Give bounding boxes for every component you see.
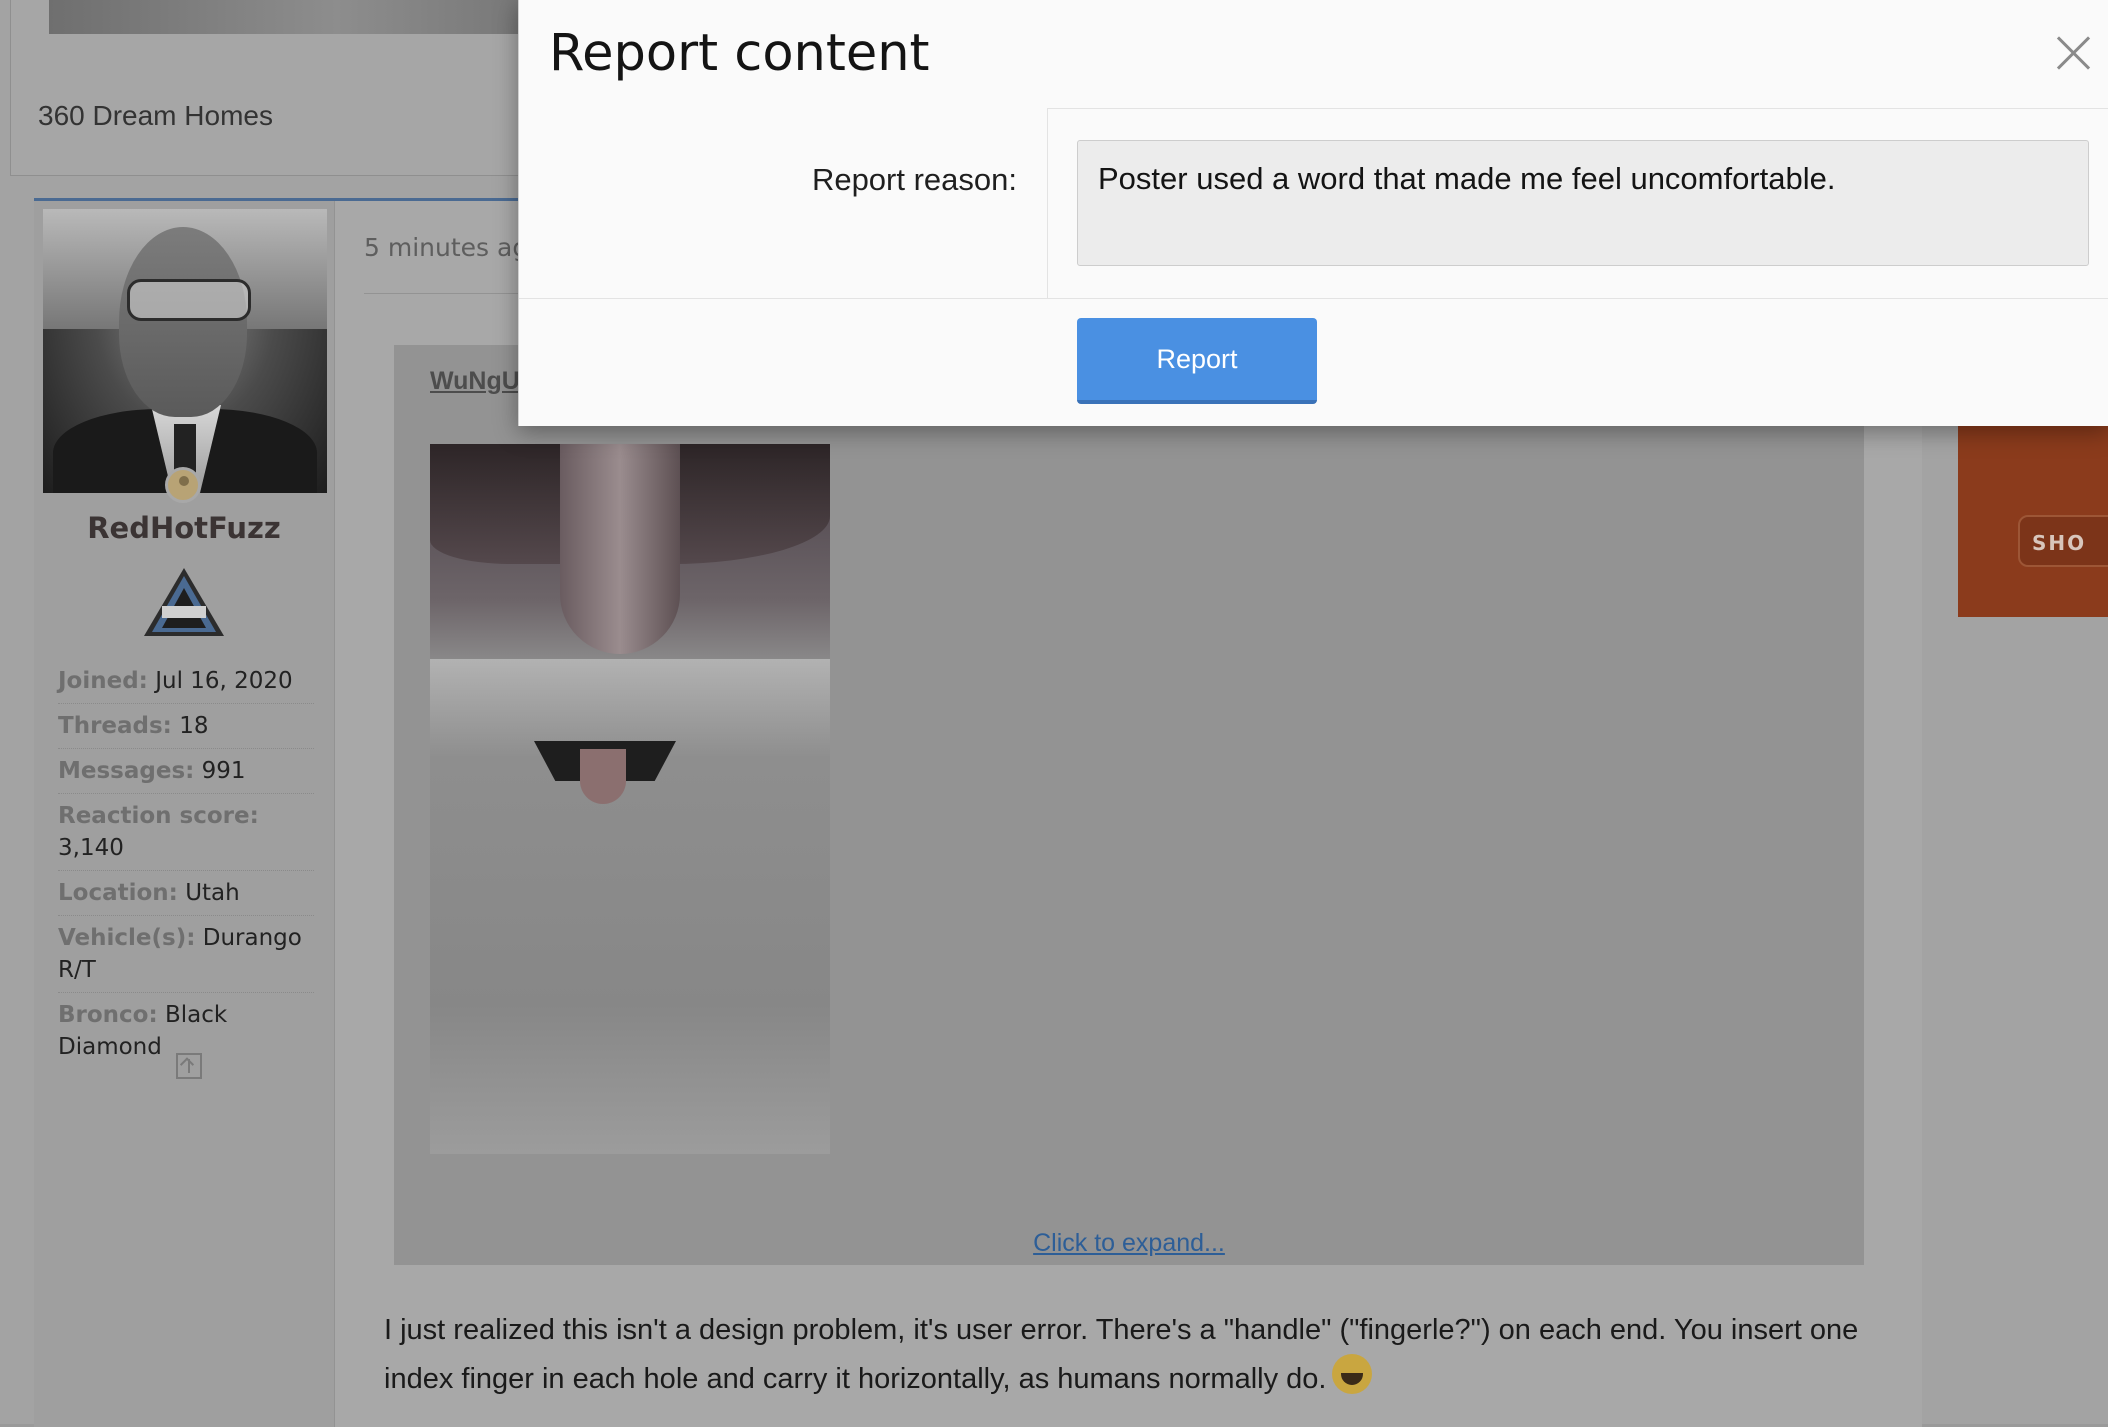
share-icon[interactable] [176,1053,202,1079]
quote-block: WuNgU Click to expand... [394,345,1864,1265]
ad-banner[interactable]: SHO [1958,425,2108,617]
avatar[interactable] [43,209,327,493]
header-image [49,0,529,34]
modal-title: Report content [549,24,930,83]
post-timestamp[interactable]: 5 minutes ag [364,233,528,262]
user-stats: Joined: Jul 16, 2020 Threads: 18 Message… [58,659,314,1069]
stat-location: Location: Utah [58,871,314,916]
quote-author-link[interactable]: WuNgU [430,367,520,396]
modal-header: Report content [519,0,2108,109]
report-reason-row: Report reason: Poster used a word that m… [519,108,2108,299]
username[interactable]: RedHotFuzz [34,511,334,545]
stat-messages: Messages: 991 [58,749,314,794]
quoted-image[interactable] [430,444,830,1154]
stat-joined: Joined: Jul 16, 2020 [58,659,314,704]
user-status-icon [165,467,201,503]
laughing-tears-emoji-icon [1332,1354,1373,1394]
report-reason-input[interactable]: Poster used a word that made me feel unc… [1077,140,2089,266]
site-name[interactable]: 360 Dream Homes [38,100,273,132]
report-button[interactable]: Report [1077,318,1317,404]
stat-vehicles: Vehicle(s): Durango R/T [58,916,314,993]
user-info-column: RedHotFuzz Joined: Jul 16, 2020 Threads:… [34,201,335,1427]
expand-quote-link[interactable]: Click to expand... [394,1229,1864,1258]
ad-button-text: SHO [2032,531,2087,555]
post-text: I just realized this isn't a design prob… [384,1314,1859,1395]
close-icon[interactable] [2055,34,2093,72]
stat-reaction-score: Reaction score: 3,140 [58,794,314,871]
report-reason-label: Report reason: [811,162,1017,197]
stat-threads: Threads: 18 [58,704,314,749]
label-column: Report reason: [519,108,1048,298]
header-card [10,0,529,176]
black-diamond-badge-icon [144,568,224,636]
report-content-modal: Report content Report reason: Poster use… [518,0,2108,426]
post-body: I just realized this isn't a design prob… [384,1306,1904,1403]
